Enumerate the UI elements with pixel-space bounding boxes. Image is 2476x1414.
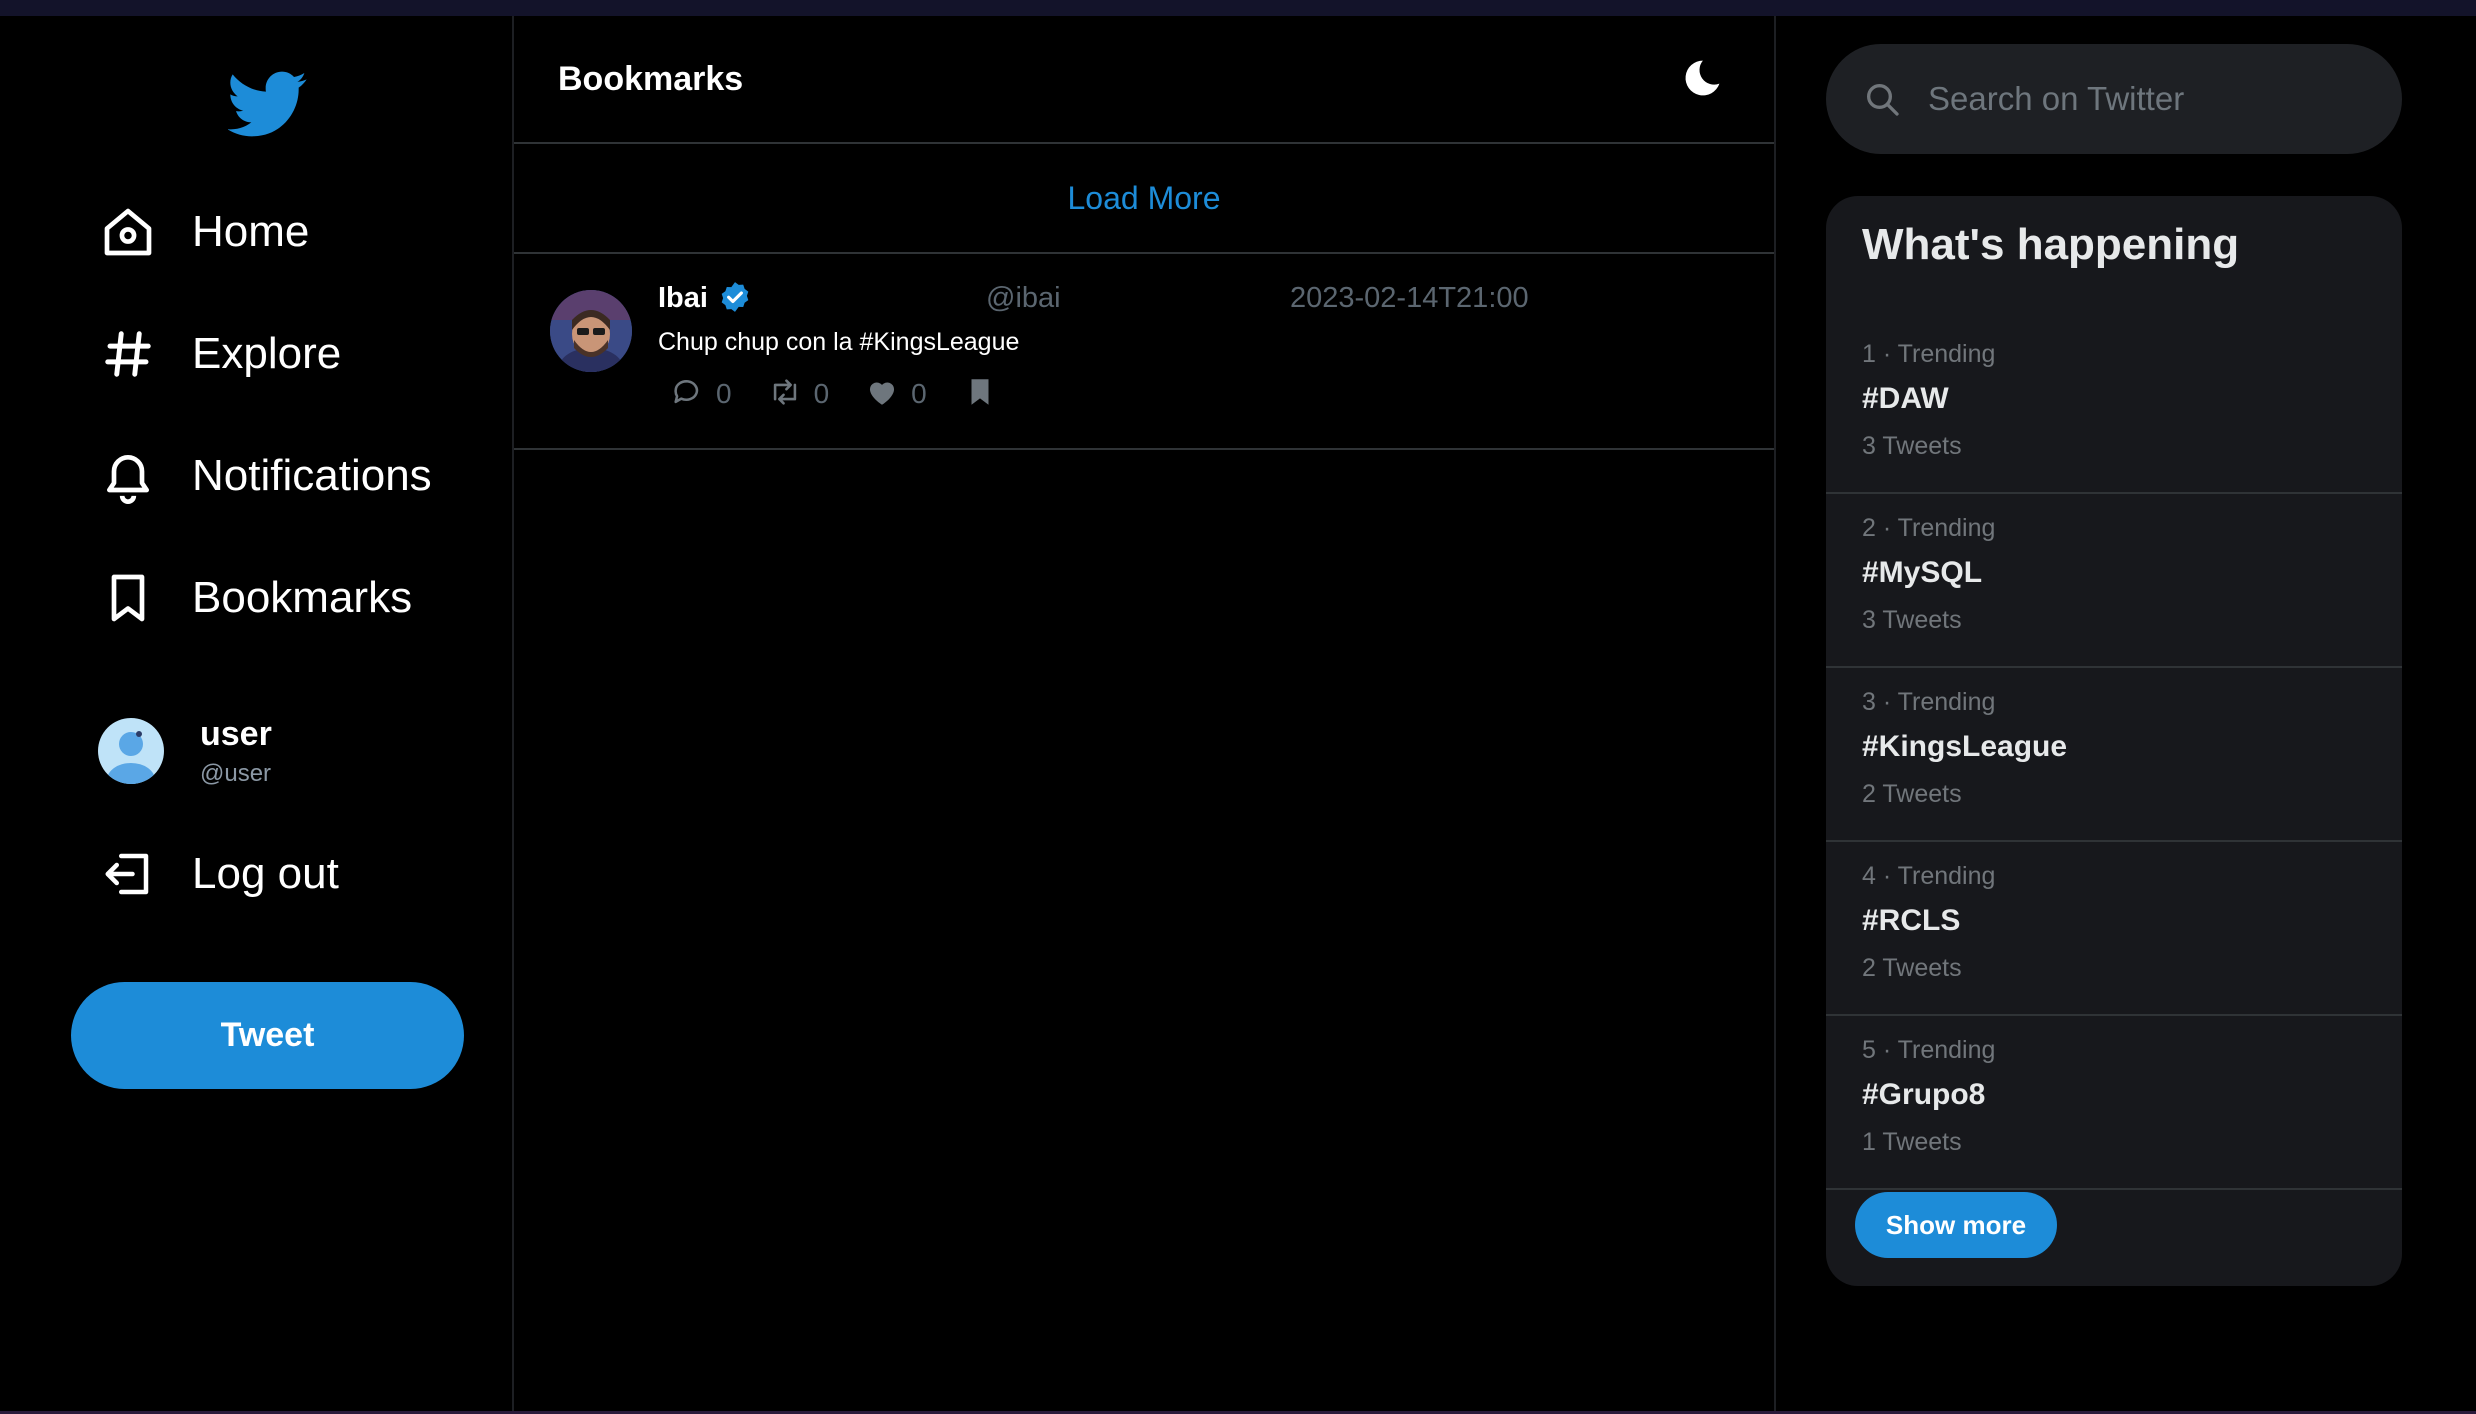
moon-icon[interactable] xyxy=(1680,56,1724,100)
profile-handle: @user xyxy=(200,759,272,787)
trend-hashtag: #RCLS xyxy=(1862,904,1961,937)
load-more-row: Load More xyxy=(514,144,1774,254)
nav-explore-label: Explore xyxy=(192,329,342,378)
tweet[interactable]: Ibai @ibai 2023-02-14T21:00 Chup chup co… xyxy=(514,254,1774,450)
trend-count: 3 Tweets xyxy=(1862,432,1962,460)
search-bar[interactable] xyxy=(1826,44,2402,154)
bell-icon xyxy=(98,446,158,506)
heart-icon xyxy=(865,375,899,414)
trends-title: What's happening xyxy=(1862,220,2240,269)
tweet-button[interactable]: Tweet xyxy=(71,982,464,1089)
trend-hashtag: #KingsLeague xyxy=(1862,730,2068,763)
trend-meta: 5 · Trending xyxy=(1862,1036,1996,1064)
retweet-button[interactable]: 0 xyxy=(768,375,830,414)
trend-hashtag: #MySQL xyxy=(1862,556,1983,589)
nav-bookmarks-label: Bookmarks xyxy=(192,573,413,622)
avatar[interactable] xyxy=(550,290,632,372)
trend-hashtag: #DAW xyxy=(1862,382,1949,415)
trend-meta: 4 · Trending xyxy=(1862,862,1996,890)
home-icon xyxy=(98,202,158,262)
trend-hashtag: #Grupo8 xyxy=(1862,1078,1986,1111)
nav-notifications-label: Notifications xyxy=(192,451,432,500)
nav-notifications[interactable]: Notifications xyxy=(98,436,432,516)
nav-bookmarks[interactable]: Bookmarks xyxy=(98,558,412,638)
nav-home-label: Home xyxy=(192,207,310,256)
hashtag-icon xyxy=(98,324,158,384)
trend-item[interactable]: 5 · Trending #Grupo8 1 Tweets xyxy=(1826,1016,2402,1190)
bookmark-filled-icon xyxy=(963,375,997,414)
trend-meta: 1 · Trending xyxy=(1862,340,1996,368)
bookmark-icon xyxy=(98,568,158,628)
trend-meta: 2 · Trending xyxy=(1862,514,1996,542)
trend-count: 3 Tweets xyxy=(1862,606,1962,634)
twitter-logo-icon[interactable] xyxy=(227,64,308,144)
trend-item[interactable]: 1 · Trending #DAW 3 Tweets xyxy=(1826,320,2402,494)
reply-button[interactable]: 0 xyxy=(670,375,732,414)
profile-card[interactable]: user @user xyxy=(98,696,272,806)
tweet-text: Chup chup con la #KingsLeague xyxy=(658,328,1020,356)
main-column: Bookmarks Load More Ibai @ibai 2023-02-1 xyxy=(514,16,1776,1411)
profile-name: user xyxy=(200,714,272,753)
nav-explore[interactable]: Explore xyxy=(98,314,341,394)
like-button[interactable]: 0 xyxy=(865,375,927,414)
retweet-count: 0 xyxy=(813,378,830,409)
verified-badge-icon xyxy=(718,280,752,314)
trend-item[interactable]: 3 · Trending #KingsLeague 2 Tweets xyxy=(1826,668,2402,842)
trend-count: 2 Tweets xyxy=(1862,780,1962,808)
like-count: 0 xyxy=(911,378,927,409)
trends-panel: What's happening 1 · Trending #DAW 3 Twe… xyxy=(1826,196,2402,1286)
search-input[interactable] xyxy=(1928,80,2368,118)
trend-meta: 3 · Trending xyxy=(1862,688,1996,716)
tweet-author-handle[interactable]: @ibai xyxy=(986,282,1061,315)
tweet-author-name[interactable]: Ibai xyxy=(658,282,708,315)
tweet-timestamp: 2023-02-14T21:00 xyxy=(1290,282,1529,314)
avatar xyxy=(98,718,164,784)
window-top-bar xyxy=(0,0,2476,16)
trend-item[interactable]: 4 · Trending #RCLS 2 Tweets xyxy=(1826,842,2402,1016)
trend-count: 2 Tweets xyxy=(1862,954,1962,982)
logout-label: Log out xyxy=(192,849,339,898)
trend-item[interactable]: 2 · Trending #MySQL 3 Tweets xyxy=(1826,494,2402,668)
search-icon xyxy=(1862,79,1902,119)
retweet-icon xyxy=(768,375,802,414)
main-header: Bookmarks xyxy=(514,16,1774,144)
load-more-button[interactable]: Load More xyxy=(1068,180,1221,217)
tweet-actions: 0 0 0 xyxy=(670,374,1033,414)
reply-count: 0 xyxy=(716,378,732,409)
page-title: Bookmarks xyxy=(558,60,744,98)
nav-home[interactable]: Home xyxy=(98,192,309,272)
show-more-button[interactable]: Show more xyxy=(1855,1192,2057,1258)
logout-button[interactable]: Log out xyxy=(98,834,339,914)
left-sidebar: Home Explore Notifications Bookmarks use… xyxy=(0,16,514,1411)
reply-icon xyxy=(670,375,704,414)
bookmark-toggle[interactable] xyxy=(963,375,997,414)
trend-count: 1 Tweets xyxy=(1862,1128,1962,1156)
logout-icon xyxy=(98,844,158,904)
